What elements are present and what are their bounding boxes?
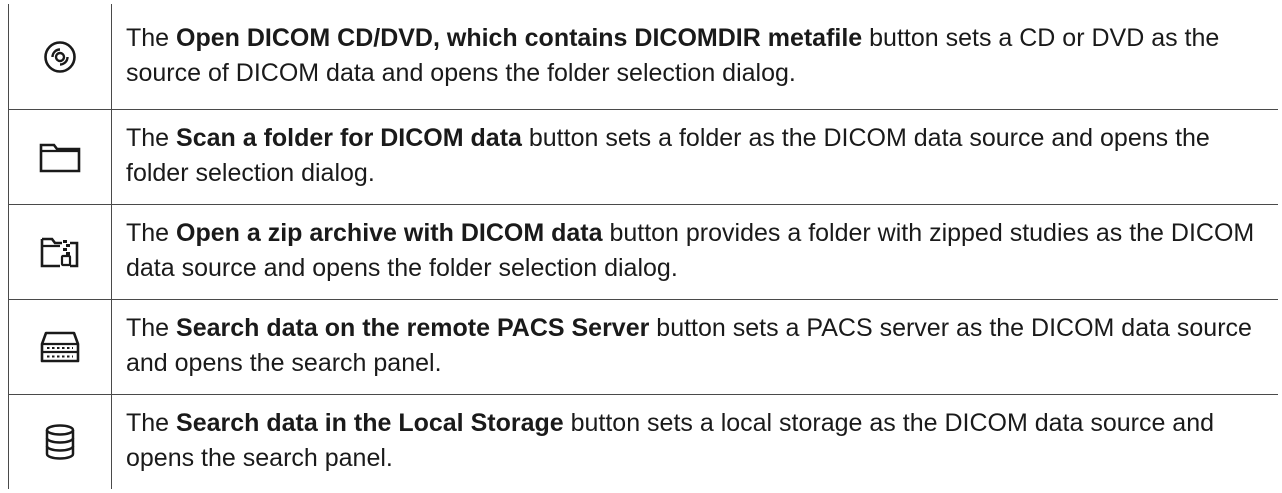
- database-icon: [9, 424, 111, 460]
- description-cell: The Search data on the remote PACS Serve…: [111, 299, 1278, 395]
- icon-cell: [8, 394, 112, 489]
- icon-cell: [8, 299, 112, 395]
- icon-cell: [8, 204, 112, 300]
- description-prefix: The: [126, 409, 177, 437]
- description-cell: The Search data in the Local Storage but…: [111, 394, 1278, 489]
- button-description-table: The Open DICOM CD/DVD, which contains DI…: [8, 4, 1278, 489]
- description-prefix: The: [126, 314, 177, 342]
- description-cell: The Open DICOM CD/DVD, which contains DI…: [111, 4, 1278, 110]
- table-row: The Open DICOM CD/DVD, which contains DI…: [8, 4, 1278, 110]
- table-row: The Search data on the remote PACS Serve…: [8, 299, 1278, 395]
- button-name: Scan a folder for DICOM data: [176, 124, 522, 152]
- description-cell: The Open a zip archive with DICOM data b…: [111, 204, 1278, 300]
- description-prefix: The: [126, 219, 177, 247]
- button-name: Open a zip archive with DICOM data: [176, 219, 603, 247]
- cd-dvd-icon: [9, 40, 111, 74]
- description-cell: The Scan a folder for DICOM data button …: [111, 109, 1278, 205]
- zip-archive-icon: [9, 235, 111, 269]
- button-name: Open DICOM CD/DVD, which contains DICOMD…: [176, 23, 863, 52]
- table-row: The Search data in the Local Storage but…: [8, 394, 1278, 489]
- button-name: Search data in the Local Storage: [176, 409, 564, 437]
- description-prefix: The: [126, 23, 177, 52]
- folder-icon: [9, 141, 111, 173]
- button-name: Search data on the remote PACS Server: [176, 314, 650, 342]
- table-row: The Scan a folder for DICOM data button …: [8, 109, 1278, 205]
- description-prefix: The: [126, 124, 177, 152]
- icon-cell: [8, 109, 112, 205]
- icon-cell: [8, 4, 112, 110]
- table-row: The Open a zip archive with DICOM data b…: [8, 204, 1278, 300]
- pacs-server-icon: [9, 330, 111, 364]
